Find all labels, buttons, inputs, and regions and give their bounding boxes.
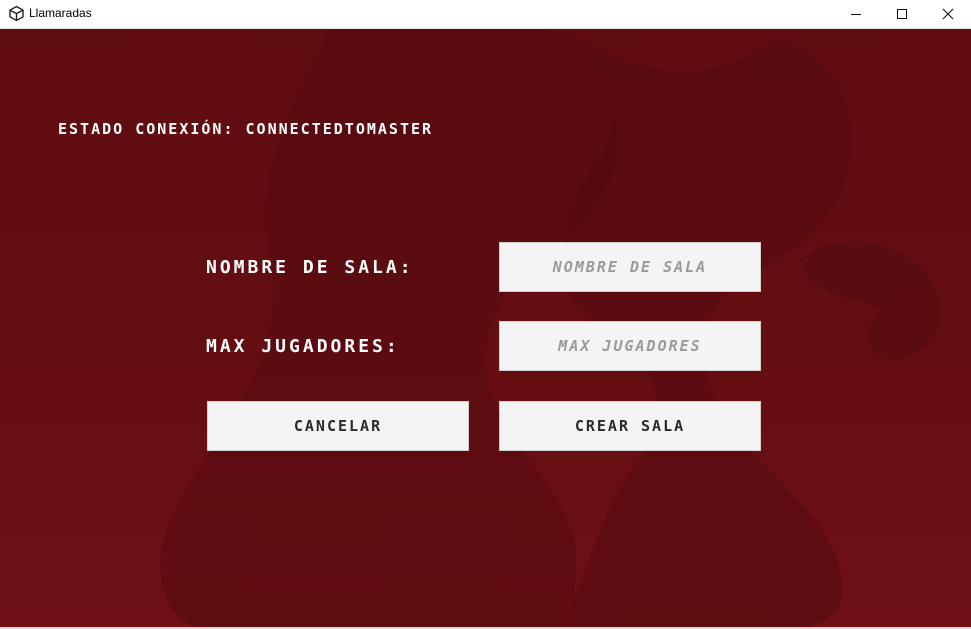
minimize-icon <box>850 5 862 24</box>
close-button[interactable] <box>925 0 971 28</box>
title-bar[interactable]: Llamaradas <box>0 0 971 29</box>
game-canvas: ESTADO CONEXIóN: CONNECTEDTOMASTER NOMBR… <box>0 29 971 627</box>
create-room-button[interactable]: CREAR SALA <box>499 401 761 451</box>
max-players-label: MAX JUGADORES: <box>206 336 400 357</box>
room-name-input-box[interactable] <box>499 242 761 292</box>
window-title: Llamaradas <box>29 6 92 20</box>
cancel-button[interactable]: CANCELAR <box>207 401 469 451</box>
max-players-input-box[interactable] <box>499 321 761 371</box>
close-icon <box>942 5 954 24</box>
cancel-button-label: CANCELAR <box>293 417 383 435</box>
max-players-input[interactable] <box>500 321 760 371</box>
room-name-input[interactable] <box>500 242 760 292</box>
minimize-button[interactable] <box>833 0 879 28</box>
maximize-button[interactable] <box>879 0 925 28</box>
maximize-icon <box>896 5 908 24</box>
create-room-button-label: CREAR SALA <box>574 417 686 435</box>
unity-icon <box>8 5 25 22</box>
room-name-label: NOMBRE DE SALA: <box>206 257 414 278</box>
connection-status: ESTADO CONEXIóN: CONNECTEDTOMASTER <box>58 120 434 138</box>
app-window: Llamaradas ESTADO CONEXIÓN: CONNECTEDTOM… <box>0 0 971 629</box>
